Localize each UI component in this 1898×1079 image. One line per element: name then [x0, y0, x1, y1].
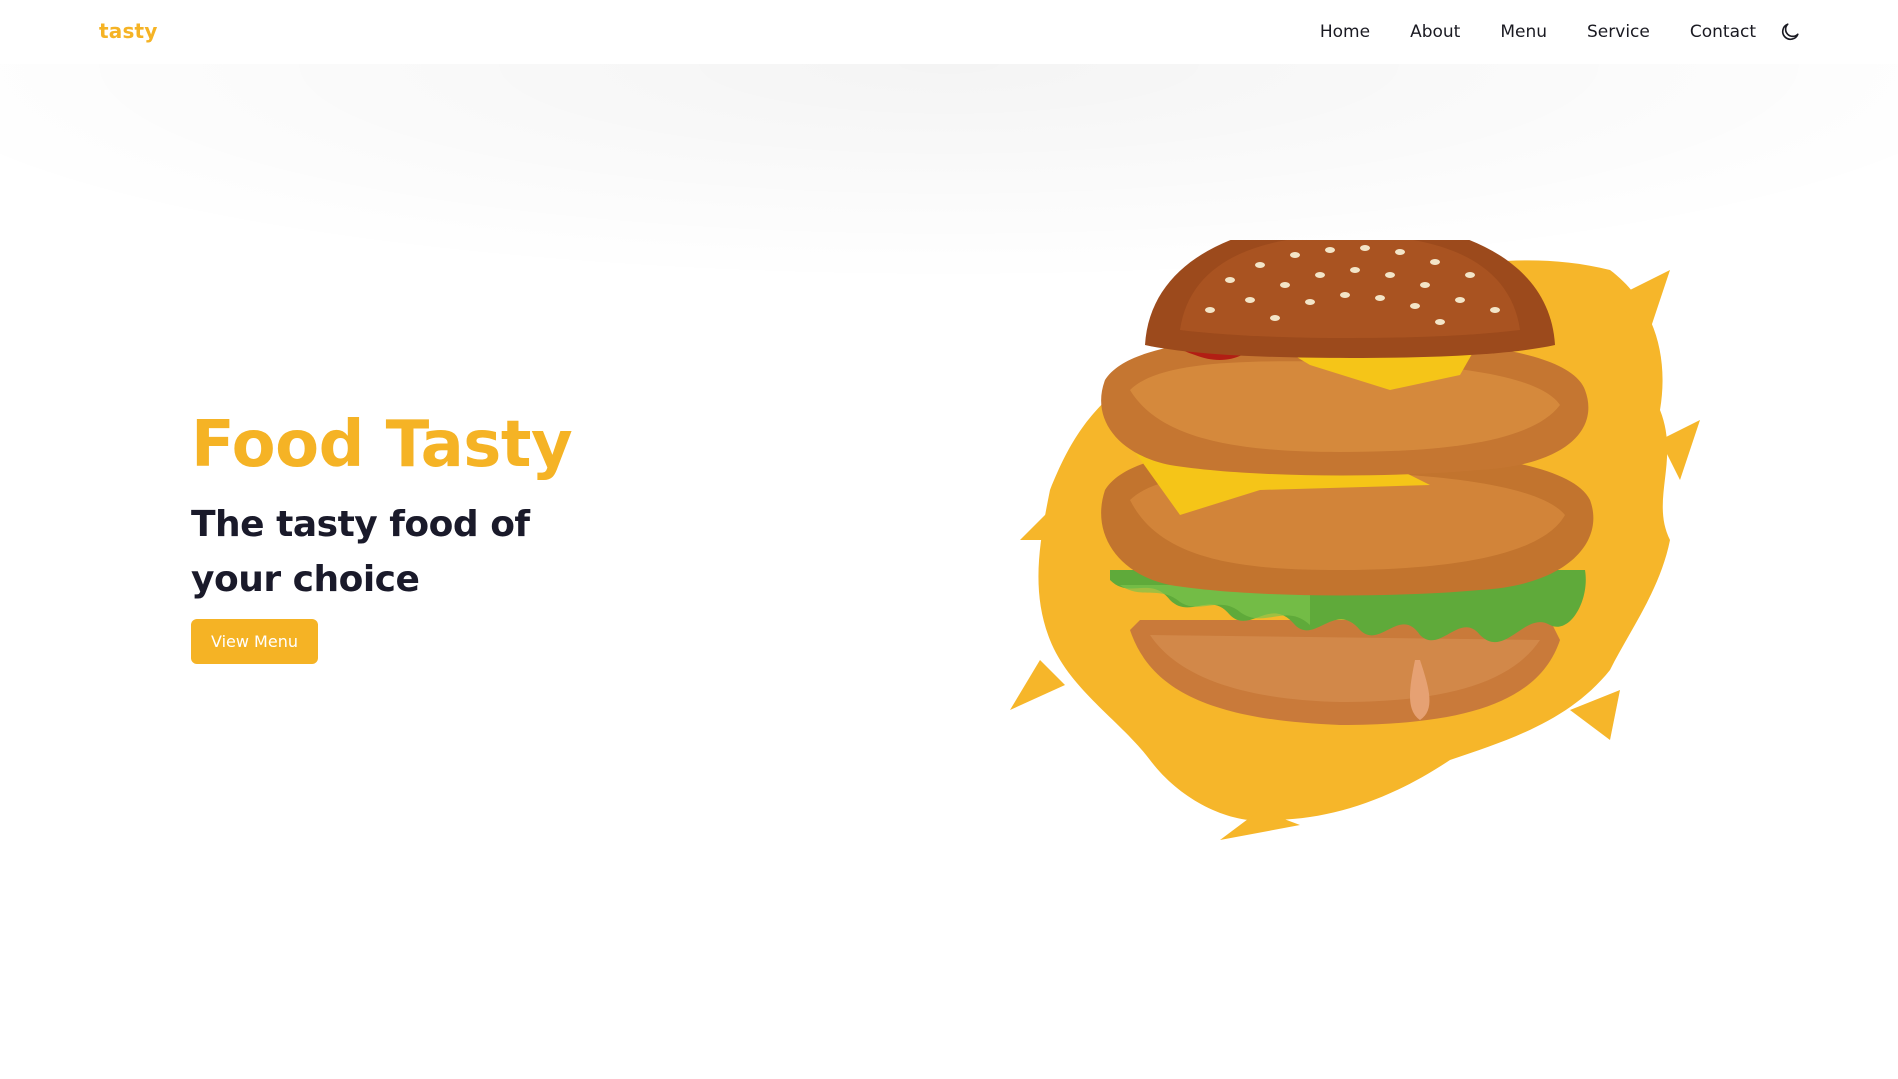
nav-item-about[interactable]: About: [1410, 18, 1460, 46]
hero-title: Food Tasty: [191, 408, 573, 482]
nav-item-service[interactable]: Service: [1587, 18, 1650, 46]
hero-section: Food Tasty The tasty food of your choice…: [191, 405, 711, 664]
hero-subtitle: The tasty food of your choice: [191, 504, 530, 600]
nav-item-menu[interactable]: Menu: [1500, 18, 1547, 46]
moon-icon: [1781, 23, 1799, 41]
theme-toggle-button[interactable]: [1776, 18, 1804, 46]
view-menu-button[interactable]: View Menu: [191, 619, 318, 664]
page: tasty Home About Menu Service Contact Fo…: [0, 0, 1898, 1079]
site-header: tasty Home About Menu Service Contact: [0, 0, 1898, 64]
logo-link[interactable]: tasty: [99, 19, 158, 43]
burger-illustration: [1010, 240, 1700, 840]
nav-item-home[interactable]: Home: [1320, 18, 1370, 46]
main-nav: Home About Menu Service Contact: [1320, 18, 1804, 46]
nav-item-contact[interactable]: Contact: [1690, 18, 1756, 46]
